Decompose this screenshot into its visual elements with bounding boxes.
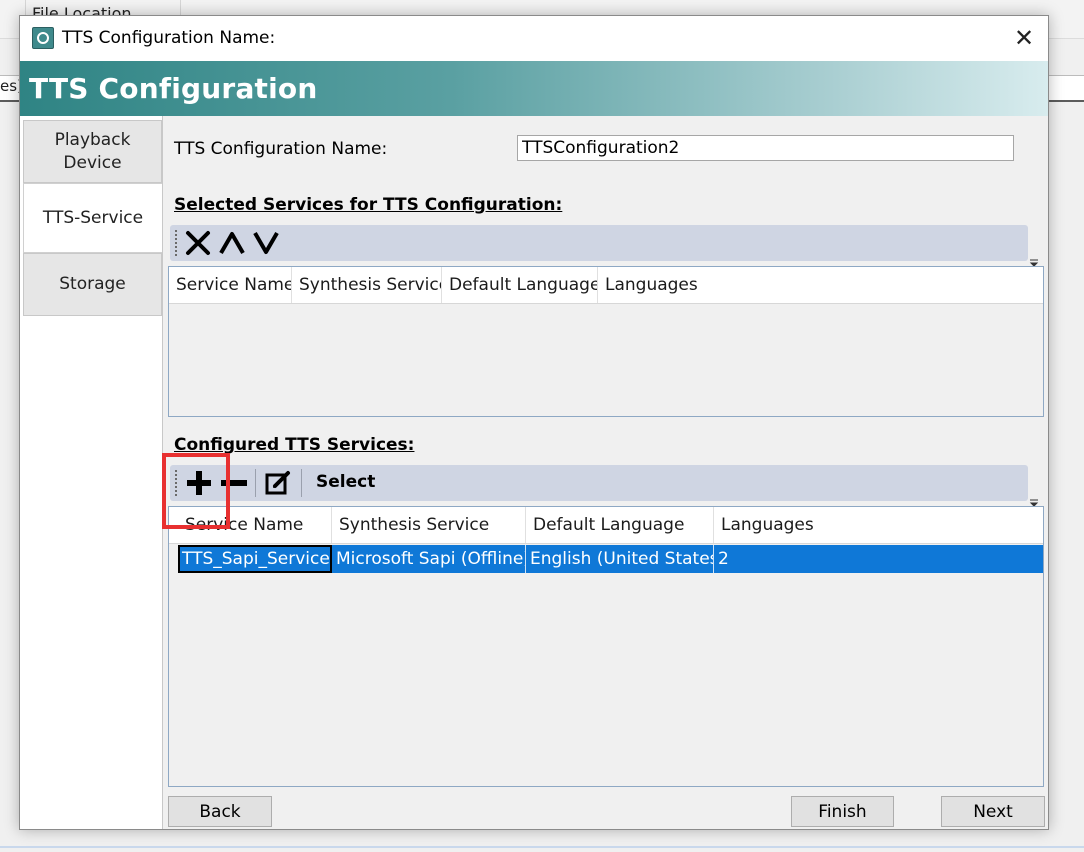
grid-header: Service Name Synthesis Service Default L… [169, 267, 1043, 304]
nav-item-tts-service[interactable]: TTS-Service [23, 183, 162, 253]
toolbar-separator [301, 469, 302, 497]
select-button[interactable]: Select [316, 472, 375, 492]
toolbar-overflow-icon[interactable] [1029, 492, 1039, 507]
move-down-icon[interactable] [250, 228, 282, 258]
default-language-cell[interactable]: English (United States) [526, 545, 714, 573]
languages-cell[interactable]: 2 [714, 545, 1043, 573]
nav-item-playback-device[interactable]: Playback Device [23, 120, 162, 183]
toolbar-separator [255, 469, 256, 497]
nav-item-label: TTS-Service [42, 207, 144, 228]
add-icon[interactable] [183, 468, 215, 498]
service-name-cell[interactable]: TTS_Sapi_Service1 [178, 545, 332, 573]
selected-services-toolbar [170, 225, 1028, 261]
background-bottom-border [0, 846, 1084, 848]
grid-header: Service Name Synthesis Service Default L… [169, 507, 1043, 544]
configured-services-title: Configured TTS Services: [174, 435, 415, 455]
main-content: TTS Configuration Name: Selected Service… [162, 116, 1048, 829]
toolbar-grip[interactable] [175, 470, 177, 496]
move-up-icon[interactable] [216, 228, 248, 258]
header-banner: TTS Configuration [20, 61, 1048, 116]
column-header[interactable]: Service Name [169, 267, 292, 303]
window-title: TTS Configuration Name: [62, 28, 276, 48]
table-row[interactable]: TTS_Sapi_Service1 Microsoft Sapi (Offlin… [178, 545, 1043, 573]
toolbar-grip[interactable] [175, 230, 177, 256]
next-button[interactable]: Next [941, 796, 1045, 827]
config-name-input[interactable] [517, 135, 1014, 161]
header-title: TTS Configuration [29, 72, 318, 105]
synthesis-service-cell[interactable]: Microsoft Sapi (Offline) [332, 545, 526, 573]
column-header[interactable]: Synthesis Service [292, 267, 442, 303]
column-header[interactable]: Default Language [526, 507, 714, 543]
toolbar-overflow-icon[interactable] [1029, 252, 1039, 267]
configured-services-toolbar: Select [170, 465, 1028, 501]
column-header[interactable]: Languages [714, 507, 1043, 543]
column-header[interactable]: Service Name [178, 507, 332, 543]
config-name-label: TTS Configuration Name: [174, 139, 388, 159]
column-header[interactable]: Default Language [442, 267, 598, 303]
selected-services-grid[interactable]: Service Name Synthesis Service Default L… [168, 266, 1044, 417]
back-button[interactable]: Back [168, 796, 272, 827]
configured-services-grid[interactable]: Service Name Synthesis Service Default L… [168, 506, 1044, 787]
app-icon [32, 27, 54, 49]
nav-item-storage[interactable]: Storage [23, 253, 162, 316]
selected-services-title: Selected Services for TTS Configuration: [174, 195, 563, 215]
edit-icon[interactable] [262, 468, 294, 498]
tts-configuration-dialog: TTS Configuration Name: ✕ TTS Configurat… [19, 15, 1049, 830]
left-navigation: Playback Device TTS-Service Storage [20, 116, 162, 829]
column-header[interactable]: Synthesis Service [332, 507, 526, 543]
remove-icon[interactable] [182, 228, 214, 258]
close-icon[interactable]: ✕ [1012, 25, 1036, 51]
minus-icon[interactable] [218, 468, 250, 498]
nav-item-label: Playback Device [54, 129, 131, 173]
title-bar: TTS Configuration Name: ✕ [20, 16, 1048, 61]
nav-item-label: Storage [59, 274, 126, 294]
finish-button[interactable]: Finish [791, 796, 894, 827]
column-header[interactable]: Languages [598, 267, 1043, 303]
